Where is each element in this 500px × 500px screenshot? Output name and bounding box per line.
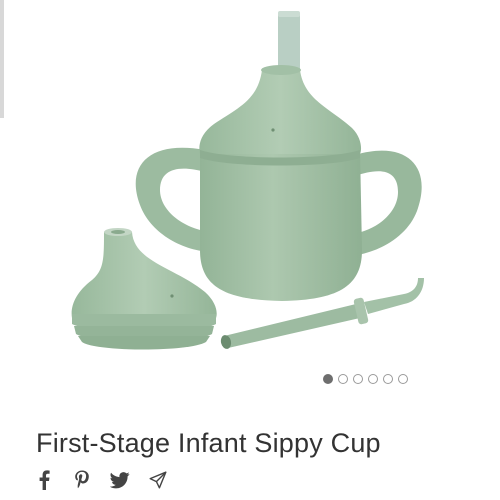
- product-image: [71, 11, 424, 350]
- twitter-icon[interactable]: [110, 469, 130, 491]
- cup-straw-tip: [278, 11, 300, 73]
- share-bar: [34, 469, 168, 491]
- gallery-dot-6[interactable]: [398, 374, 408, 384]
- product-image-gallery[interactable]: [0, 0, 500, 400]
- product-title: First-Stage Infant Sippy Cup: [36, 428, 381, 458]
- send-icon[interactable]: [148, 469, 168, 491]
- facebook-icon[interactable]: [34, 469, 54, 491]
- gallery-dot-5[interactable]: [383, 374, 393, 384]
- gallery-dot-1[interactable]: [323, 374, 333, 384]
- cup-body: [200, 150, 362, 301]
- gallery-dot-2[interactable]: [338, 374, 348, 384]
- cup-handle-left: [135, 147, 210, 252]
- gallery-pagination: [323, 374, 408, 384]
- gallery-dot-4[interactable]: [368, 374, 378, 384]
- cup-spout-lid: [199, 70, 362, 154]
- cup-handle-right: [352, 150, 422, 256]
- gallery-dot-3[interactable]: [353, 374, 363, 384]
- loose-straw: [224, 304, 360, 348]
- pinterest-icon[interactable]: [72, 469, 92, 491]
